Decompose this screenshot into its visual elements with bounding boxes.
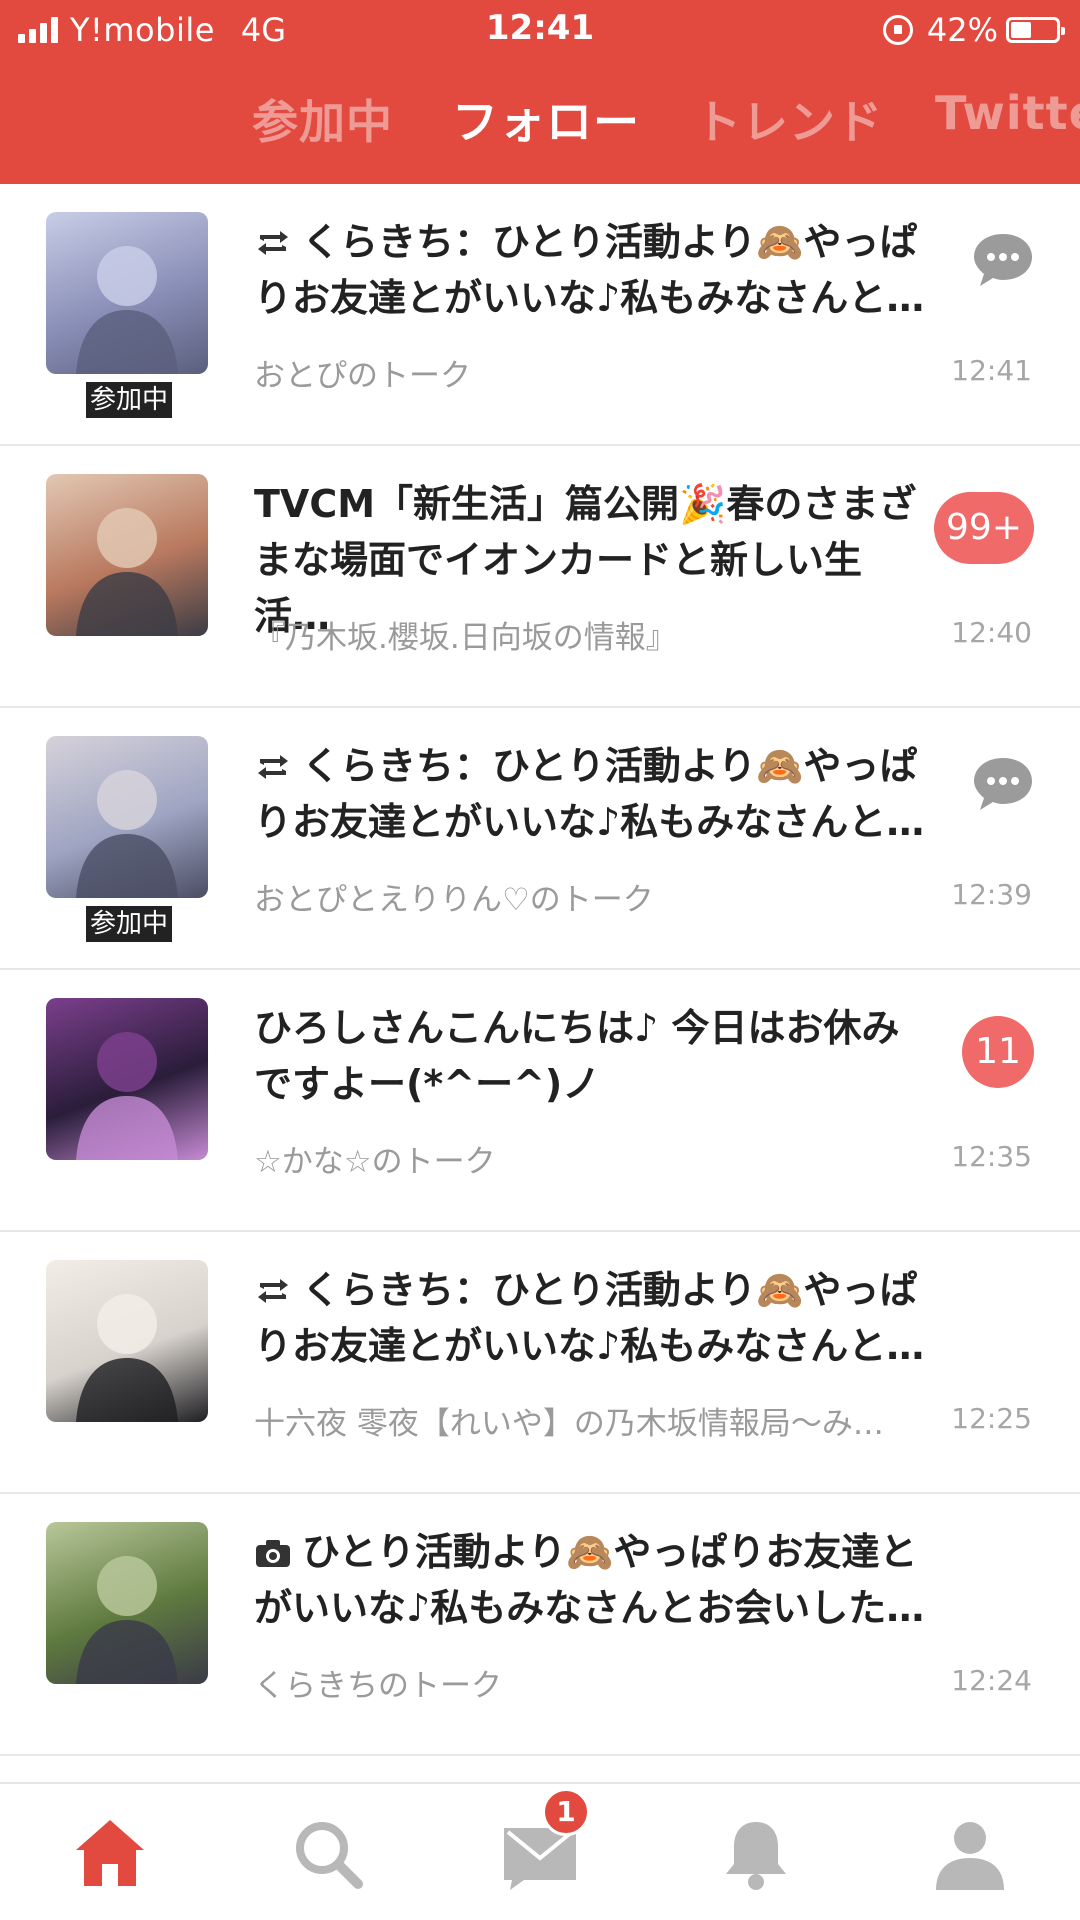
- profile-icon[interactable]: [930, 1814, 1010, 1894]
- talk-thumbnail: [46, 474, 208, 636]
- home-icon[interactable]: [70, 1814, 150, 1894]
- talk-thumbnail: [46, 1260, 208, 1422]
- retweet-icon: [254, 218, 292, 255]
- status-bar: Y!mobile 4G 12:41 42%: [0, 0, 1080, 60]
- battery-icon: [1006, 17, 1065, 43]
- timestamp: 12:35: [951, 1140, 1032, 1173]
- talk-thumbnail: [46, 998, 208, 1160]
- chat-bubble-icon: [972, 230, 1034, 288]
- talk-message-preview: ひろしさんこんにちは♪ 今日はお休みですよー(*^ー^)ノ: [254, 1000, 934, 1112]
- talk-thumbnail: [46, 212, 208, 374]
- timestamp: 12:25: [951, 1402, 1032, 1435]
- talk-source: くらきちのトーク: [254, 1668, 502, 1704]
- tab-trend[interactable]: トレンド: [695, 86, 883, 152]
- rotation-lock-icon: [882, 15, 913, 45]
- feed-item[interactable]: 参加中 くらきち：ひとり活動より🙈やっぱりお友達とがいいな♪私もみなさんと… おとぴ…: [0, 184, 1080, 446]
- talk-thumbnail: [46, 736, 208, 898]
- mail-icon[interactable]: 1: [500, 1788, 590, 1894]
- talk-source: ☆かな☆のトーク: [254, 1144, 496, 1180]
- talk-message-preview: くらきち：ひとり活動より🙈やっぱりお友達とがいいな♪私もみなさんと…: [254, 1262, 934, 1374]
- talk-source: おとぴとえりりん♡のトーク: [254, 882, 654, 918]
- feed-item[interactable]: ひろしさんこんにちは♪ 今日はお休みですよー(*^ー^)ノ ☆かな☆のトーク 12:…: [0, 970, 1080, 1232]
- timestamp: 12:41: [951, 354, 1032, 387]
- participating-label: 参加中: [86, 906, 173, 942]
- battery-percent: 42%: [926, 11, 998, 49]
- feed-item[interactable]: くらきち：ひとり活動より🙈やっぱりお友達とがいいな♪私もみなさんと… 十六夜 零夜…: [0, 1232, 1080, 1494]
- unread-count-badge: 11: [962, 1016, 1034, 1088]
- app-header: Y!mobile 4G 12:41 42% 参加中 フォロー トレンド Twit…: [0, 0, 1080, 184]
- bell-icon[interactable]: [716, 1814, 796, 1894]
- message-text: ひとり活動より🙈やっぱりお友達とがいいな♪私もみなさんとお会いした…: [254, 1530, 925, 1630]
- talk-source: 『乃木坂.櫻坂.日向坂の情報』: [254, 620, 677, 656]
- message-text: ひろしさんこんにちは♪ 今日はお休みですよー(*^ー^)ノ: [254, 1006, 900, 1106]
- talk-thumbnail: [46, 1522, 208, 1684]
- feed-item[interactable]: 参加中 くらきち：ひとり活動より🙈やっぱりお友達とがいいな♪私もみなさんと… おとぴ…: [0, 708, 1080, 970]
- mail-badge: 1: [542, 1788, 590, 1836]
- unread-count-badge: 99+: [934, 492, 1034, 564]
- bottom-navigation: 1: [0, 1782, 1080, 1920]
- talk-source: 十六夜 零夜【れいや】の乃木坂情報局〜み…: [254, 1406, 884, 1442]
- retweet-icon: [254, 1266, 292, 1303]
- timestamp: 12:39: [951, 878, 1032, 911]
- search-icon[interactable]: [288, 1814, 368, 1894]
- message-text: くらきち：ひとり活動より🙈やっぱりお友達とがいいな♪私もみなさんと…: [254, 220, 925, 320]
- camera-icon: [254, 1528, 292, 1567]
- timestamp: 12:40: [951, 616, 1032, 649]
- feed-item[interactable]: TVCM「新生活」篇公開🎉春のさまざまな場面でイオンカードと新しい生活… 『乃木坂…: [0, 446, 1080, 708]
- tab-twitter[interactable]: Twitte: [935, 86, 1080, 140]
- participating-label: 参加中: [86, 382, 173, 418]
- talk-message-preview: くらきち：ひとり活動より🙈やっぱりお友達とがいいな♪私もみなさんと…: [254, 738, 934, 850]
- timestamp: 12:24: [951, 1664, 1032, 1697]
- talk-source: おとぴのトーク: [254, 358, 471, 394]
- retweet-icon: [254, 742, 292, 779]
- tab-participating[interactable]: 参加中: [252, 86, 393, 152]
- talk-message-preview: ひとり活動より🙈やっぱりお友達とがいいな♪私もみなさんとお会いした…: [254, 1524, 934, 1636]
- tab-follow[interactable]: フォロー: [452, 86, 640, 152]
- top-tabs: 参加中 フォロー トレンド Twitte: [0, 86, 1080, 156]
- status-right: 42%: [882, 10, 1065, 50]
- talk-feed: 参加中 くらきち：ひとり活動より🙈やっぱりお友達とがいいな♪私もみなさんと… おとぴ…: [0, 184, 1080, 1756]
- message-text: くらきち：ひとり活動より🙈やっぱりお友達とがいいな♪私もみなさんと…: [254, 1268, 925, 1368]
- feed-item[interactable]: ひとり活動より🙈やっぱりお友達とがいいな♪私もみなさんとお会いした… くらきちのト…: [0, 1494, 1080, 1756]
- message-text: くらきち：ひとり活動より🙈やっぱりお友達とがいいな♪私もみなさんと…: [254, 744, 925, 844]
- talk-message-preview: くらきち：ひとり活動より🙈やっぱりお友達とがいいな♪私もみなさんと…: [254, 214, 934, 326]
- chat-bubble-icon: [972, 754, 1034, 812]
